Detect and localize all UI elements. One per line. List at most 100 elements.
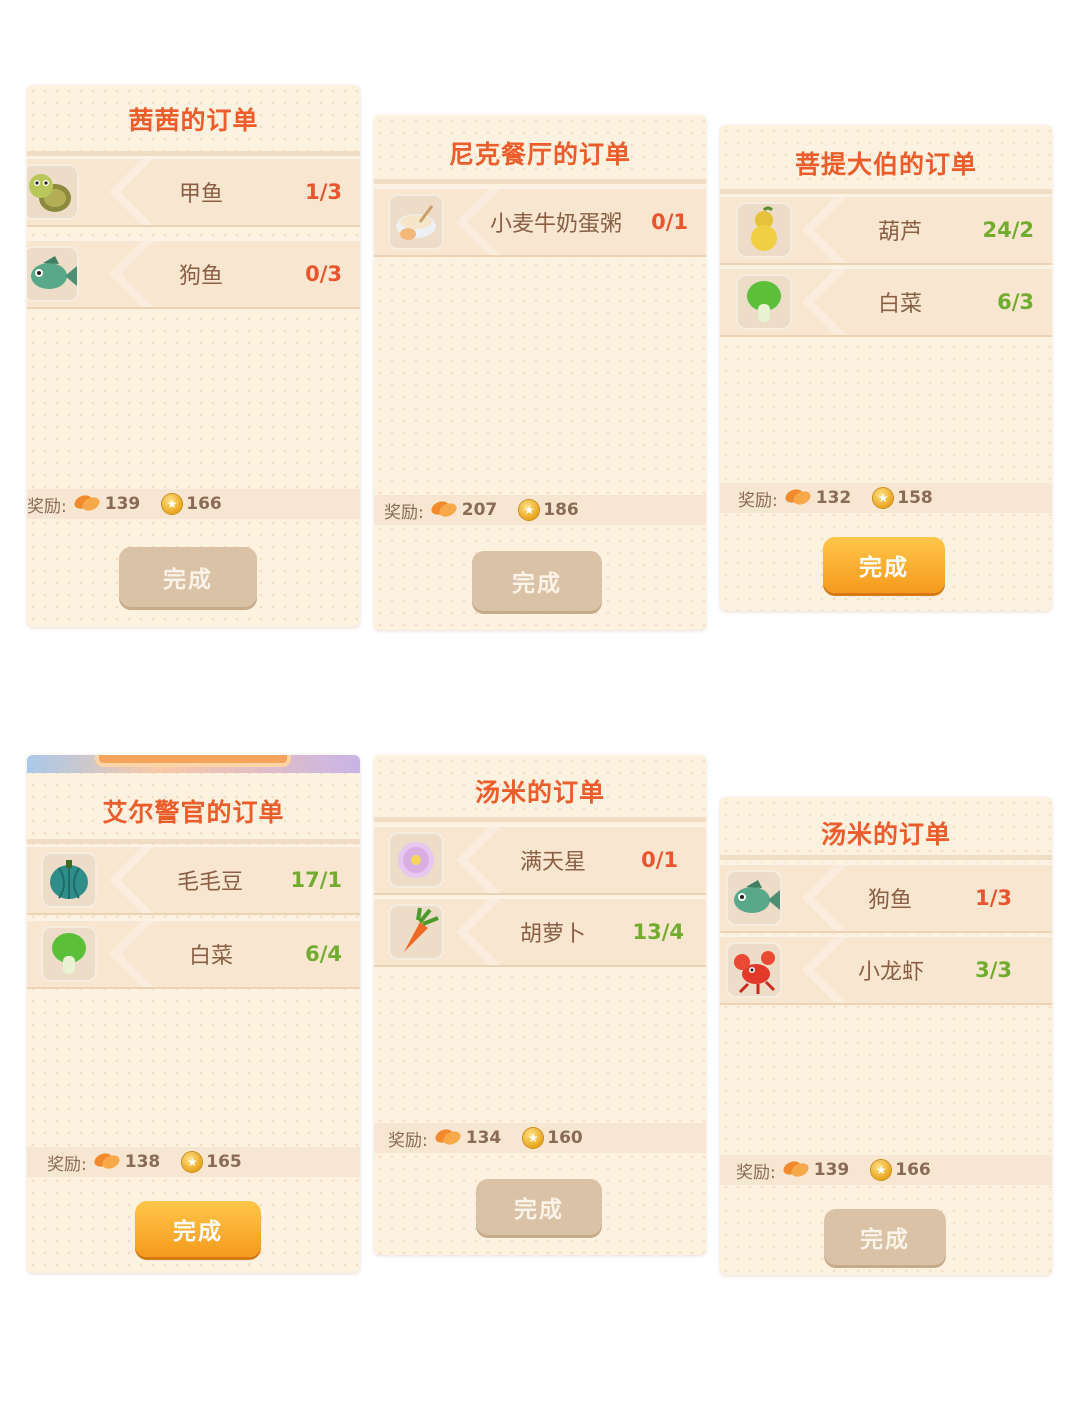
complete-button[interactable]: 完成	[823, 537, 945, 593]
item-name: 小麦牛奶蛋粥	[490, 212, 623, 237]
row-decoration	[790, 269, 850, 335]
order-card: 尼克餐厅的订单 小麦牛奶蛋粥 0/1 奖励: 207 186 完成	[374, 115, 706, 630]
reward-label: 奖励:	[27, 496, 67, 517]
bread-icon	[434, 1126, 462, 1151]
item-name: 白菜	[189, 944, 234, 969]
order-item-row[interactable]: 白菜 6/3	[720, 267, 1052, 337]
row-decoration	[97, 241, 157, 307]
reward-bar: 奖励: 138 165	[27, 1147, 360, 1177]
item-name: 甲鱼	[179, 182, 224, 207]
bokchoy-icon	[736, 274, 792, 330]
item-count: 6/3	[997, 290, 1034, 314]
crayfish-icon	[726, 942, 782, 998]
row-decoration	[790, 937, 850, 1003]
row-decoration	[790, 197, 850, 263]
order-item-row[interactable]: 毛毛豆 17/1	[27, 845, 360, 915]
bread-icon	[782, 1158, 810, 1183]
row-decoration	[97, 921, 157, 987]
reward-food-value: 207	[461, 500, 498, 520]
item-count: 0/1	[641, 848, 678, 872]
carrot-icon	[388, 904, 444, 960]
complete-button[interactable]: 完成	[119, 547, 257, 607]
order-item-row[interactable]: 白菜 6/4	[27, 919, 360, 989]
item-name: 白菜	[878, 292, 923, 317]
reward-bar: 奖励: 132 158	[720, 483, 1052, 513]
bokchoy-icon	[41, 926, 97, 982]
pumpkin-icon	[41, 852, 97, 908]
complete-button[interactable]: 完成	[135, 1201, 261, 1257]
reward-food-value: 139	[104, 494, 141, 514]
banner-tab	[95, 755, 291, 767]
reward-label: 奖励:	[736, 1162, 776, 1183]
porridge-icon	[388, 194, 444, 250]
title-divider	[27, 839, 360, 844]
reward-bar: 奖励: 134 160	[374, 1123, 706, 1153]
reward-coin-value: 166	[186, 494, 222, 514]
complete-button[interactable]: 完成	[824, 1209, 946, 1265]
item-count: 1/3	[975, 886, 1012, 910]
order-title: 汤米的订单	[820, 820, 951, 849]
gourd-icon	[736, 202, 792, 258]
reward-label: 奖励:	[738, 490, 778, 511]
order-title: 尼克餐厅的订单	[448, 140, 631, 169]
order-card: 茜茜的订单 甲鱼 1/3 狗鱼 0/3 奖励: 139 166 完成	[27, 85, 360, 627]
order-item-row[interactable]: 小龙虾 3/3	[720, 935, 1052, 1005]
order-item-row[interactable]: 满天星 0/1	[374, 825, 706, 895]
item-name: 狗鱼	[868, 888, 913, 913]
reward-bar: 奖励: 139 166	[27, 489, 360, 519]
bread-icon	[73, 492, 101, 517]
reward-label: 奖励:	[47, 1154, 87, 1175]
reward-bar: 奖励: 207 186	[374, 495, 706, 525]
reward-coin-value: 160	[547, 1128, 583, 1148]
order-title: 汤米的订单	[474, 778, 605, 807]
item-count: 17/1	[290, 868, 342, 892]
order-card: 汤米的订单 狗鱼 1/3 小龙虾 3/3 奖励: 139 166 完成	[720, 797, 1052, 1275]
order-item-row[interactable]: 甲鱼 1/3	[27, 157, 360, 227]
item-name: 狗鱼	[179, 264, 224, 289]
coin-icon	[182, 1152, 203, 1172]
coin-icon	[523, 1128, 544, 1148]
item-name: 满天星	[520, 850, 587, 875]
order-title: 茜茜的订单	[128, 106, 259, 135]
order-card: 艾尔警官的订单 毛毛豆 17/1 白菜 6/4 奖励: 138 165 完成	[27, 755, 360, 1273]
item-count: 0/1	[651, 210, 688, 234]
reward-food-value: 134	[465, 1128, 502, 1148]
coin-icon	[871, 1160, 892, 1180]
reward-food-value: 132	[815, 488, 852, 508]
complete-button[interactable]: 完成	[476, 1179, 602, 1235]
bread-icon	[93, 1150, 121, 1175]
order-title: 艾尔警官的订单	[102, 798, 285, 827]
complete-button[interactable]: 完成	[472, 551, 602, 611]
coin-icon	[519, 500, 540, 520]
reward-coin-value: 158	[897, 488, 933, 508]
item-count: 13/4	[632, 920, 684, 944]
order-item-row[interactable]: 葫芦 24/2	[720, 195, 1052, 265]
order-card: 汤米的订单 满天星 0/1 胡萝卜 13/4 奖励: 134 160 完成	[374, 755, 706, 1255]
fish-icon	[27, 246, 79, 302]
reward-bar: 奖励: 139 166	[720, 1155, 1052, 1185]
order-title: 菩提大伯的订单	[794, 150, 977, 179]
title-divider	[720, 189, 1052, 194]
coin-icon	[162, 494, 183, 514]
item-name: 葫芦	[878, 220, 923, 245]
turtle-icon	[27, 164, 79, 220]
item-count: 24/2	[982, 218, 1034, 242]
reward-food-value: 139	[813, 1160, 850, 1180]
order-item-row[interactable]: 胡萝卜 13/4	[374, 897, 706, 967]
reward-coin-value: 165	[206, 1152, 242, 1172]
order-card: 菩提大伯的订单 葫芦 24/2 白菜 6/3 奖励: 132 158 完成	[720, 125, 1052, 611]
reward-coin-value: 186	[543, 500, 579, 520]
row-decoration	[97, 847, 157, 913]
reward-coin-value: 166	[895, 1160, 931, 1180]
item-count: 6/4	[305, 942, 342, 966]
item-name: 胡萝卜	[520, 922, 587, 947]
bread-icon	[430, 498, 458, 523]
order-item-row[interactable]: 狗鱼 0/3	[27, 239, 360, 309]
coin-icon	[873, 488, 894, 508]
row-decoration	[444, 827, 504, 893]
row-decoration	[444, 899, 504, 965]
order-item-row[interactable]: 小麦牛奶蛋粥 0/1	[374, 187, 706, 257]
reward-label: 奖励:	[384, 502, 424, 523]
bread-icon	[784, 486, 812, 511]
order-item-row[interactable]: 狗鱼 1/3	[720, 863, 1052, 933]
